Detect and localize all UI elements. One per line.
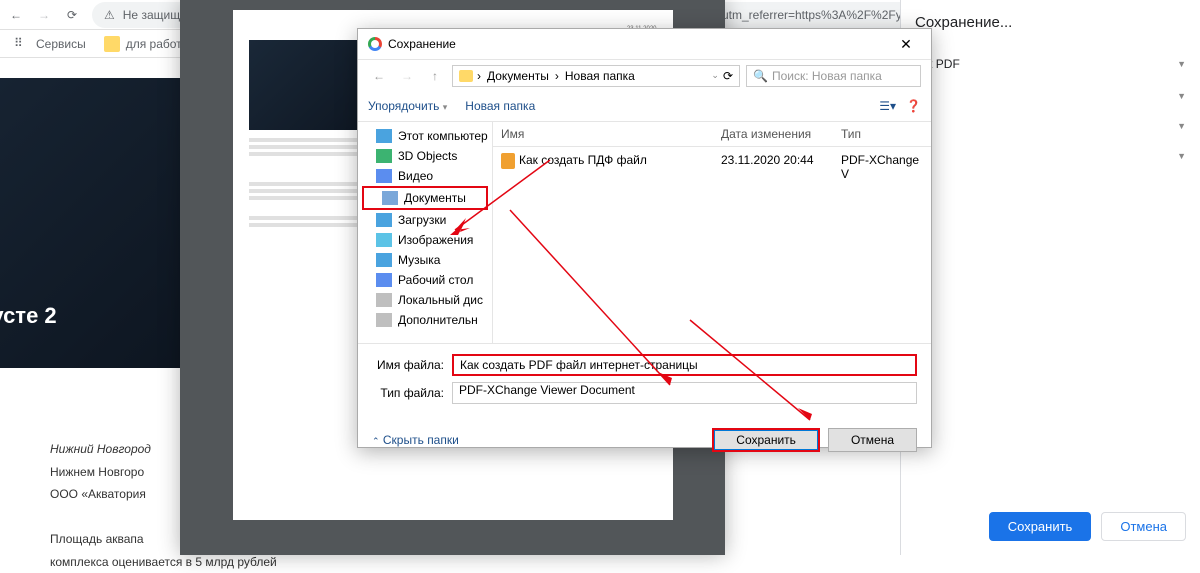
refresh-icon[interactable]: ⟳ [723,69,733,83]
tree-downloads[interactable]: Загрузки [358,210,492,230]
dialog-nav: ← → ↑ › Документы › Новая папка ⌄ ⟳ 🔍Пои… [358,59,931,91]
col-date[interactable]: Дата изменения [713,122,833,146]
article-sub: Срок заверше [0,335,182,350]
chevron-down-icon: ▼ [1177,59,1186,69]
documents-icon [382,191,398,205]
nav-forward-button[interactable]: → [396,65,418,87]
breadcrumb[interactable]: Новая папка [563,69,637,83]
chrome-icon [368,37,382,51]
back-button[interactable]: ← [8,7,24,23]
search-input[interactable]: 🔍Поиск: Новая папка [746,65,921,87]
path-bar[interactable]: › Документы › Новая папка ⌄ ⟳ [452,65,740,87]
cancel-button[interactable]: Отмена [828,428,917,452]
chevron-down-icon[interactable]: ⌄ [711,70,719,81]
article-headline: Аквапарк августе 2 [0,303,182,329]
panel-title: Сохранение... [915,14,1186,31]
list-header: Имя Дата изменения Тип [493,122,931,147]
save-button[interactable]: Сохранить [712,428,820,452]
print-settings-panel: Сохранение... как PDF▼ ▼ ▼ ▼ Сохранить О… [900,0,1200,555]
tree-3d-objects[interactable]: 3D Objects [358,146,492,166]
tree-local-disk[interactable]: Локальный дис [358,290,492,310]
help-icon[interactable]: ❓ [906,99,921,113]
downloads-icon [376,213,392,227]
pc-icon [376,129,392,143]
video-icon [376,169,392,183]
nav-back-button[interactable]: ← [368,65,390,87]
search-icon: 🔍 [753,69,768,83]
hide-folders-link[interactable]: ⌃ Скрыть папки [372,433,459,447]
dialog-titlebar: Сохранение ✕ [358,29,931,59]
print-save-button[interactable]: Сохранить [989,512,1092,541]
destination-row[interactable]: как PDF▼ [915,47,1186,81]
cube-icon [376,149,392,163]
desktop-icon [376,273,392,287]
reload-button[interactable]: ⟳ [64,7,80,23]
tree-this-pc[interactable]: Этот компьютер [358,126,492,146]
folder-tree: Этот компьютер 3D Objects Видео Документ… [358,122,493,343]
col-type[interactable]: Тип [833,122,931,146]
filename-label: Имя файла: [372,358,444,372]
warning-icon: ⚠ [104,8,115,22]
more-row[interactable]: ▼ [915,141,1186,171]
apps-icon: ⠿ [14,36,30,52]
folder-icon [104,36,120,52]
print-cancel-button[interactable]: Отмена [1101,512,1186,541]
close-button[interactable]: ✕ [891,36,921,53]
organize-menu[interactable]: Упорядочить ▾ [368,99,447,113]
pages-row[interactable]: ▼ [915,81,1186,111]
save-file-dialog: Сохранение ✕ ← → ↑ › Документы › Новая п… [357,28,932,448]
tree-documents[interactable]: Документы [362,186,488,210]
disk-icon [376,313,392,327]
filetype-select[interactable]: PDF-XChange Viewer Document [452,382,917,404]
article-date: 23.11.2020 14:0 [0,279,182,293]
bookmark-folder-work[interactable]: для работы [104,36,191,52]
images-icon [376,233,392,247]
folder-icon [459,70,473,82]
new-folder-button[interactable]: Новая папка [465,99,535,113]
tree-music[interactable]: Музыка [358,250,492,270]
apps-shortcut[interactable]: ⠿Сервисы [14,36,86,52]
tree-video[interactable]: Видео [358,166,492,186]
tree-images[interactable]: Изображения [358,230,492,250]
filetype-label: Тип файла: [372,386,444,400]
pdf-file-icon [501,153,515,169]
disk-icon [376,293,392,307]
article-hero: Городовой 23.11.2020 14:0 Аквапарк авгус… [0,78,200,368]
nav-up-button[interactable]: ↑ [424,65,446,87]
tree-extra[interactable]: Дополнительн [358,310,492,330]
file-list: Имя Дата изменения Тип Как создать ПДФ ф… [493,122,931,343]
view-mode-button[interactable]: ☰▾ [879,99,896,113]
file-row[interactable]: Как создать ПДФ файл 23.11.2020 20:44 PD… [493,147,931,187]
forward-button[interactable]: → [36,7,52,23]
breadcrumb[interactable]: Документы [485,69,551,83]
filename-input[interactable] [452,354,917,376]
layout-row[interactable]: ▼ [915,111,1186,141]
music-icon [376,253,392,267]
col-name[interactable]: Имя [493,122,713,146]
dialog-toolbar: Упорядочить ▾ Новая папка ☰▾ ❓ [358,91,931,121]
tree-desktop[interactable]: Рабочий стол [358,270,492,290]
dialog-title: Сохранение [388,37,456,51]
